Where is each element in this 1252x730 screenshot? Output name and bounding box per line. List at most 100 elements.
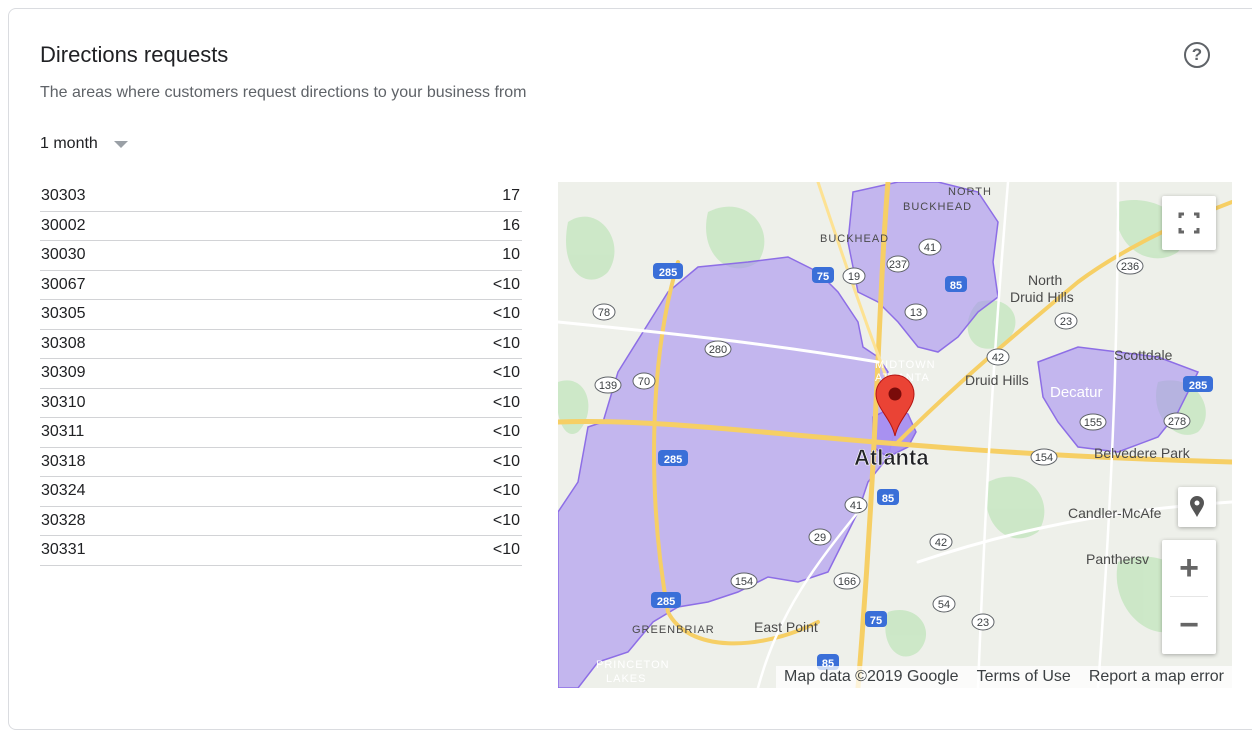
shield-19: 19 — [848, 271, 860, 283]
shield-13: 13 — [910, 307, 922, 319]
label-druid-hills: Druid Hills — [965, 372, 1029, 388]
label-greenbriar: GREENBRIAR — [632, 624, 715, 636]
request-count-cell: <10 — [331, 270, 522, 300]
street-view-pin-icon — [1190, 496, 1204, 517]
shield-280: 280 — [709, 344, 727, 356]
table-row: 30328 <10 — [40, 506, 522, 536]
shield-236: 236 — [1121, 261, 1139, 273]
shield-166: 166 — [838, 576, 856, 588]
request-count-cell: <10 — [331, 417, 522, 448]
table-row: 30308 <10 — [40, 329, 522, 359]
table-row: 30331 <10 — [40, 535, 522, 566]
request-count-cell: <10 — [331, 535, 522, 566]
shield-78: 78 — [598, 307, 610, 319]
table-row: 30305 <10 — [40, 299, 522, 330]
request-count-cell: <10 — [331, 329, 522, 359]
fullscreen-icon — [1178, 212, 1200, 234]
shield-155: 155 — [1084, 417, 1102, 429]
shield-237: 237 — [889, 259, 907, 271]
shield-23-s: 23 — [977, 617, 989, 629]
zip-table: 30303 17 30002 16 30030 10 30067 <10 30305 <10 303… — [40, 182, 522, 566]
shield-85-north: 85 — [950, 280, 962, 292]
zoom-out-button[interactable]: − — [1162, 597, 1216, 653]
request-count-cell: <10 — [331, 447, 522, 477]
zip-code-cell: 30002 — [40, 211, 332, 241]
shield-75-north: 75 — [817, 271, 829, 283]
request-count-cell: 16 — [331, 211, 522, 241]
label-druid-hills-n: Druid Hills — [1010, 289, 1074, 305]
card-subtitle: The areas where customers request direct… — [40, 84, 527, 101]
shield-54: 54 — [938, 599, 950, 611]
shield-139: 139 — [599, 380, 617, 392]
help-circle-icon[interactable]: ? — [1184, 42, 1210, 68]
request-count-cell: <10 — [331, 388, 522, 418]
zip-code-cell: 30308 — [40, 329, 332, 359]
label-buckhead: BUCKHEAD — [820, 233, 889, 245]
label-panthersville: Panthersv — [1086, 551, 1149, 567]
shield-154-w: 154 — [735, 576, 753, 588]
zoom-in-button[interactable]: + — [1162, 540, 1216, 596]
label-belvedere-park: Belvedere Park — [1094, 445, 1191, 461]
request-count-cell: <10 — [331, 358, 522, 389]
shield-41-s: 41 — [850, 500, 862, 512]
shield-285-west: 285 — [664, 454, 682, 466]
zip-code-cell: 30305 — [40, 299, 332, 330]
shield-42-s: 42 — [935, 537, 947, 549]
request-count-cell: <10 — [331, 506, 522, 536]
zip-code-cell: 30331 — [40, 535, 332, 566]
map-data-text: Map data ©2019 Google — [784, 668, 959, 685]
label-north: North — [1028, 272, 1062, 288]
map-canvas[interactable]: 285 75 85 285 285 85 285 75 85 1923741 2… — [558, 182, 1232, 688]
label-atlanta: Atlanta — [854, 445, 929, 470]
table-row: 30067 <10 — [40, 270, 522, 300]
label-midtown-1: MIDTOWN — [875, 359, 936, 371]
shield-70: 70 — [638, 376, 650, 388]
period-selected: 1 month — [40, 135, 98, 152]
label-lakes: LAKES — [606, 673, 646, 685]
table-row: 30002 16 — [40, 211, 522, 241]
shield-23: 23 — [1060, 316, 1072, 328]
zip-code-cell: 30067 — [40, 270, 332, 300]
label-north-buckhead-1: NORTH — [948, 186, 992, 198]
table-row: 30309 <10 — [40, 358, 522, 389]
request-count-cell: <10 — [331, 299, 522, 330]
label-candler-mcafee: Candler-McAfe — [1068, 505, 1162, 521]
table-row: 30310 <10 — [40, 388, 522, 418]
zip-code-cell: 30310 — [40, 388, 332, 418]
terms-link[interactable]: Terms of Use — [977, 668, 1071, 686]
report-error-link[interactable]: Report a map error — [1089, 668, 1224, 686]
zip-code-cell: 30328 — [40, 506, 332, 536]
label-east-point: East Point — [754, 619, 818, 635]
chevron-down-icon — [113, 140, 128, 148]
zip-code-cell: 30030 — [40, 240, 332, 271]
label-decatur: Decatur — [1050, 384, 1103, 401]
request-count-cell: 17 — [331, 182, 522, 212]
street-view-button[interactable] — [1178, 487, 1216, 527]
card-title: Directions requests — [40, 42, 229, 67]
shield-285-sw: 285 — [657, 596, 675, 608]
request-count-cell: <10 — [331, 476, 522, 507]
zip-code-cell: 30324 — [40, 476, 332, 507]
zip-code-cell: 30318 — [40, 447, 332, 477]
shield-75-south: 75 — [870, 615, 882, 627]
shield-285-nw: 285 — [659, 267, 677, 279]
table-row: 30303 17 — [40, 182, 522, 212]
shield-42: 42 — [992, 352, 1004, 364]
zoom-controls: + − — [1162, 540, 1216, 654]
period-dropdown[interactable]: 1 month — [40, 135, 128, 153]
table-row: 30324 <10 — [40, 476, 522, 507]
request-count-cell: 10 — [331, 240, 522, 271]
label-north-buckhead-2: BUCKHEAD — [903, 201, 972, 213]
label-scottdale: Scottdale — [1114, 347, 1173, 363]
shield-285-east: 285 — [1189, 380, 1207, 392]
shield-41: 41 — [924, 242, 936, 254]
zip-code-cell: 30311 — [40, 417, 332, 448]
zip-code-cell: 30303 — [40, 182, 332, 212]
map-attribution: Map data ©2019 Google Terms of Use Repor… — [776, 666, 1232, 688]
label-princeton: PRINCETON — [596, 659, 670, 671]
shield-278: 278 — [1168, 416, 1186, 428]
table-row: 30311 <10 — [40, 417, 522, 448]
fullscreen-button[interactable] — [1162, 196, 1216, 250]
shield-154: 154 — [1035, 452, 1053, 464]
map-view[interactable]: 285 75 85 285 285 85 285 75 85 19 237 41 2… — [558, 182, 1232, 688]
